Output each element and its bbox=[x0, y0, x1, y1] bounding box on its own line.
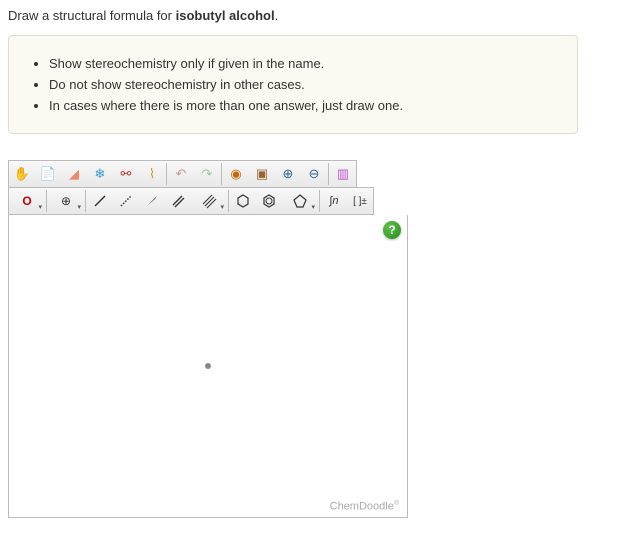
prompt-suffix: . bbox=[275, 8, 279, 23]
palette-icon-glyph: ▥ bbox=[337, 166, 349, 182]
group-icon-glyph: ⌇ bbox=[149, 166, 155, 182]
redo-icon-glyph: ↷ bbox=[202, 166, 213, 182]
element-picker[interactable]: O ▾ bbox=[10, 189, 44, 213]
zoom-in-icon-glyph: ⊕ bbox=[283, 166, 294, 182]
chain-icon[interactable]: ⚯ bbox=[114, 162, 138, 186]
undo-icon-glyph: ↶ bbox=[176, 166, 187, 182]
bracket-tool[interactable]: [ ]± bbox=[348, 189, 372, 213]
prompt-compound: isobutyl alcohol bbox=[176, 8, 275, 23]
palette-icon[interactable]: ▥ bbox=[331, 162, 355, 186]
hint-item: In cases where there is more than one an… bbox=[49, 98, 559, 113]
paste-icon-glyph: 📄 bbox=[40, 166, 56, 182]
hand-icon-glyph: ✋ bbox=[14, 166, 30, 182]
help-icon: ? bbox=[388, 223, 395, 237]
help-button[interactable]: ? bbox=[383, 221, 401, 239]
benzene-icon[interactable] bbox=[257, 189, 281, 213]
snowflake-icon-glyph: ❄ bbox=[95, 166, 106, 182]
undo-icon[interactable]: ↶ bbox=[169, 162, 193, 186]
zoom-out-icon[interactable]: ⊖ bbox=[302, 162, 326, 186]
zoom-out-icon-glyph: ⊖ bbox=[309, 166, 320, 182]
charge-icon: ⊕ bbox=[61, 194, 71, 208]
dotted-bond-icon[interactable] bbox=[114, 189, 138, 213]
zoom-in-icon[interactable]: ⊕ bbox=[276, 162, 300, 186]
snowflake-icon[interactable]: ❄ bbox=[88, 162, 112, 186]
brand-watermark: ChemDoodle® bbox=[330, 500, 399, 513]
canvas-origin-dot bbox=[205, 363, 211, 369]
chain-icon-glyph: ⚯ bbox=[121, 166, 132, 182]
chevron-down-icon: ▾ bbox=[220, 203, 224, 211]
chevron-down-icon: ▾ bbox=[77, 203, 81, 211]
wedge-bond-icon[interactable] bbox=[140, 189, 164, 213]
view-icon-glyph: ▣ bbox=[256, 166, 268, 182]
structure-editor: ✋ 📄 ◢ ❄ ⚯ ⌇ ↶ ↷ ◉ ▣ ⊕ ⊖ ▥ O ▾ ⊕ ▾ ▾ bbox=[8, 160, 408, 518]
charge-picker[interactable]: ⊕ ▾ bbox=[49, 189, 83, 213]
redo-icon[interactable]: ↷ bbox=[195, 162, 219, 186]
hint-item: Show stereochemistry only if given in th… bbox=[49, 56, 559, 71]
hexagon-icon[interactable] bbox=[231, 189, 255, 213]
chevron-down-icon: ▾ bbox=[38, 203, 42, 211]
group-icon[interactable]: ⌇ bbox=[140, 162, 164, 186]
view-icon[interactable]: ▣ bbox=[250, 162, 274, 186]
paste-icon[interactable]: 📄 bbox=[36, 162, 60, 186]
hand-icon[interactable]: ✋ bbox=[10, 162, 34, 186]
chevron-down-icon: ▾ bbox=[311, 203, 315, 211]
pentagon-icon[interactable]: ▾ bbox=[283, 189, 317, 213]
eraser-icon[interactable]: ◢ bbox=[62, 162, 86, 186]
prompt-prefix: Draw a structural formula for bbox=[8, 8, 176, 23]
single-bond-icon[interactable] bbox=[88, 189, 112, 213]
hints-panel: Show stereochemistry only if given in th… bbox=[8, 35, 578, 134]
toolbar-row-2: O ▾ ⊕ ▾ ▾ bbox=[8, 187, 374, 215]
hint-item: Do not show stereochemistry in other cas… bbox=[49, 77, 559, 92]
triple-bond-icon[interactable]: ▾ bbox=[192, 189, 226, 213]
double-bond-icon[interactable] bbox=[166, 189, 190, 213]
drawing-canvas[interactable]: ? ChemDoodle® bbox=[8, 215, 408, 518]
question-prompt: Draw a structural formula for isobutyl a… bbox=[8, 8, 624, 23]
sn-tool[interactable]: ∫n bbox=[322, 189, 346, 213]
color-icon[interactable]: ◉ bbox=[224, 162, 248, 186]
sn-label: ∫n bbox=[329, 195, 338, 207]
toolbar-row-1: ✋ 📄 ◢ ❄ ⚯ ⌇ ↶ ↷ ◉ ▣ ⊕ ⊖ ▥ bbox=[8, 160, 357, 187]
eraser-icon-glyph: ◢ bbox=[69, 166, 79, 182]
bracket-icon: [ ]± bbox=[353, 196, 367, 207]
element-label: O bbox=[22, 194, 31, 208]
color-icon-glyph: ◉ bbox=[230, 166, 241, 182]
